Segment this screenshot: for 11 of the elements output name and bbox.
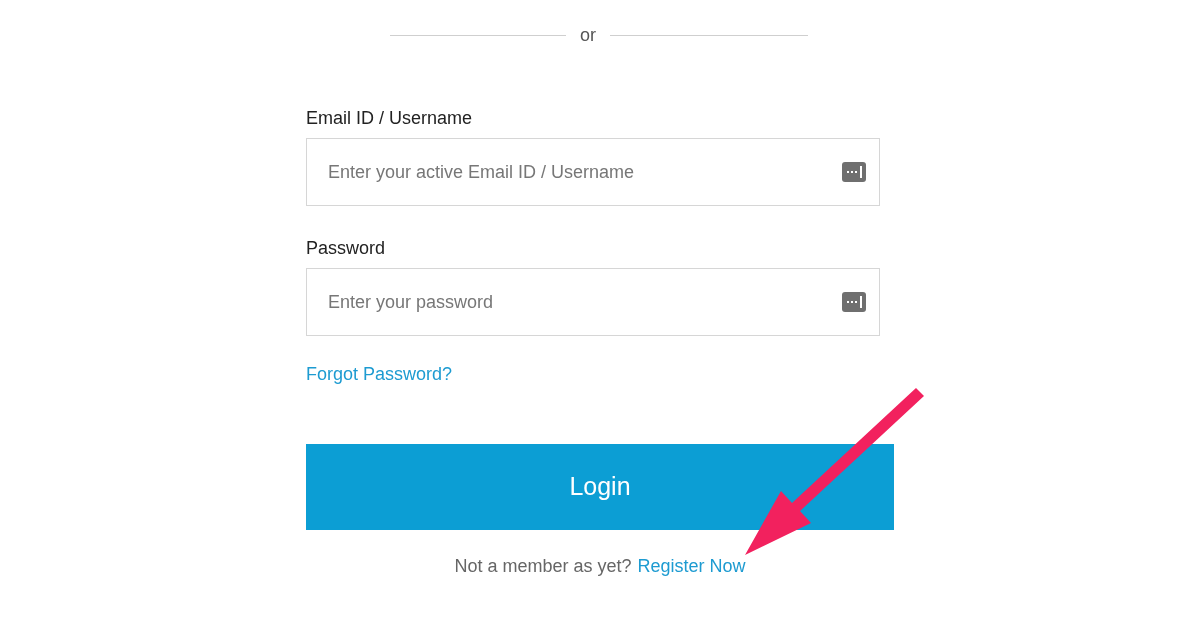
password-manager-icon[interactable]	[842, 290, 866, 314]
field-label: Password	[306, 237, 387, 260]
login-button[interactable]: Login	[306, 444, 894, 530]
register-link[interactable]: Register Now	[637, 554, 746, 578]
field-label: Email ID / Username	[306, 107, 474, 130]
register-prompt: Not a member as yet?	[454, 555, 632, 578]
divider-text: or	[580, 24, 596, 47]
forgot-password-link[interactable]: Forgot Password?	[306, 362, 453, 386]
input-field[interactable]: Enter your password	[306, 268, 880, 336]
input-field[interactable]: Enter your active Email ID / Username	[306, 138, 880, 206]
password-manager-icon[interactable]	[842, 160, 866, 184]
